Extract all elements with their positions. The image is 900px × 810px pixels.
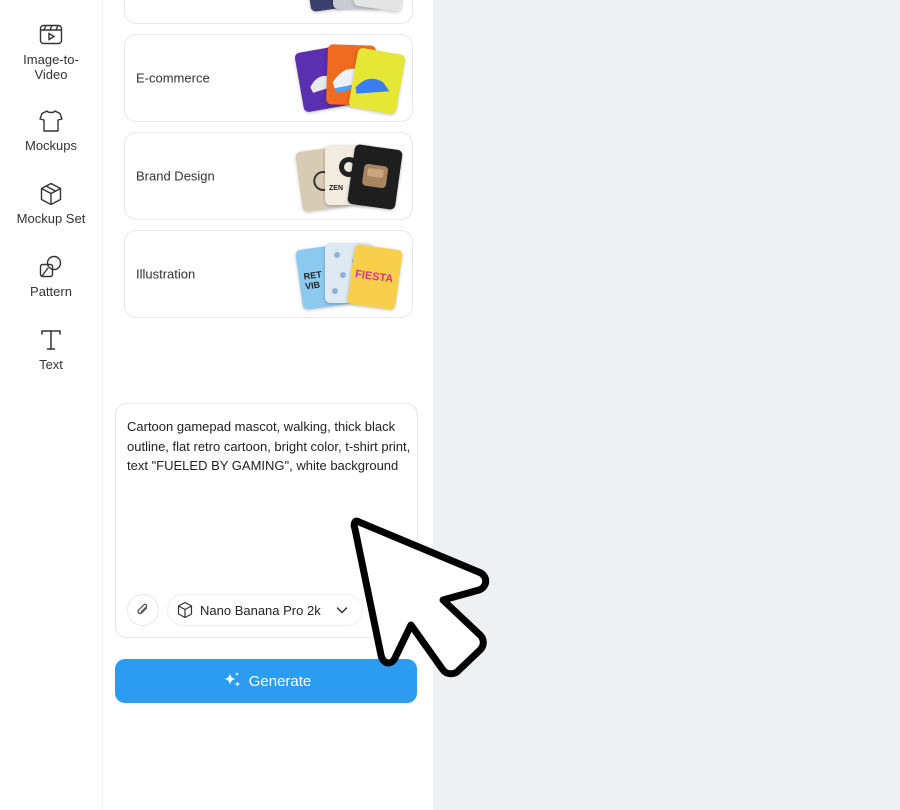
model-label: Nano Banana Pro 2k xyxy=(200,602,321,618)
left-tool-rail: Image-to- Video Mockups Mockup Set Patte… xyxy=(0,0,102,810)
sparkle-icon xyxy=(223,672,241,687)
rail-item-image-to-video[interactable]: Image-to- Video xyxy=(0,22,102,82)
prompt-box: Cartoon gamepad mascot, walking, thick b… xyxy=(115,403,418,638)
rail-label-image-to-video: Image-to- Video xyxy=(23,52,79,82)
video-icon xyxy=(39,24,63,45)
category-label: Brand Design xyxy=(136,168,215,184)
category-label: Illustration xyxy=(136,266,196,282)
rail-label-pattern: Pattern xyxy=(30,284,72,299)
category-card-brand-design[interactable]: Brand Design ZEN xyxy=(124,132,413,220)
tshirt-icon xyxy=(39,110,63,132)
paperclip-icon xyxy=(137,603,148,615)
prompt-input[interactable]: Cartoon gamepad mascot, walking, thick b… xyxy=(127,417,412,557)
category-card-illustration[interactable]: Illustration RET VIB FIESTA xyxy=(124,230,413,318)
cube-icon xyxy=(177,601,193,619)
side-panel: E-commerce Brand Design ZEN Illustration… xyxy=(102,0,433,810)
category-thumbnails: ZEN xyxy=(295,141,407,213)
rail-label-text: Text xyxy=(39,357,63,372)
pattern-icon xyxy=(39,255,62,278)
category-card-ecommerce[interactable]: E-commerce xyxy=(124,34,413,122)
thumbnail-image xyxy=(348,47,406,115)
rail-label-mockup-set: Mockup Set xyxy=(16,211,86,226)
generate-button[interactable]: Generate xyxy=(115,659,417,703)
rail-item-text[interactable]: Text xyxy=(0,327,102,372)
text-icon xyxy=(41,330,61,350)
thumbnail-image: FIESTA xyxy=(347,243,403,311)
rail-item-mockup-set[interactable]: Mockup Set xyxy=(0,181,102,226)
category-thumbnails: RET VIB FIESTA xyxy=(295,239,407,311)
thumbnail-text: ZEN xyxy=(329,185,343,192)
category-thumbnails xyxy=(297,0,409,17)
category-thumbnails xyxy=(294,43,407,115)
generate-label: Generate xyxy=(248,672,312,690)
cube-icon xyxy=(40,182,62,206)
rail-label-mockups: Mockups xyxy=(24,138,78,153)
rail-item-mockups[interactable]: Mockups xyxy=(0,108,102,153)
category-card-partial[interactable] xyxy=(124,0,413,24)
chevron-down-icon xyxy=(336,607,347,614)
attach-button[interactable] xyxy=(127,594,159,626)
category-label: E-commerce xyxy=(136,70,210,86)
thumbnail-text: FIESTA xyxy=(354,268,394,286)
rail-item-pattern[interactable]: Pattern xyxy=(0,254,102,299)
thumbnail-image xyxy=(347,143,403,211)
model-select[interactable]: Nano Banana Pro 2k xyxy=(167,594,363,626)
